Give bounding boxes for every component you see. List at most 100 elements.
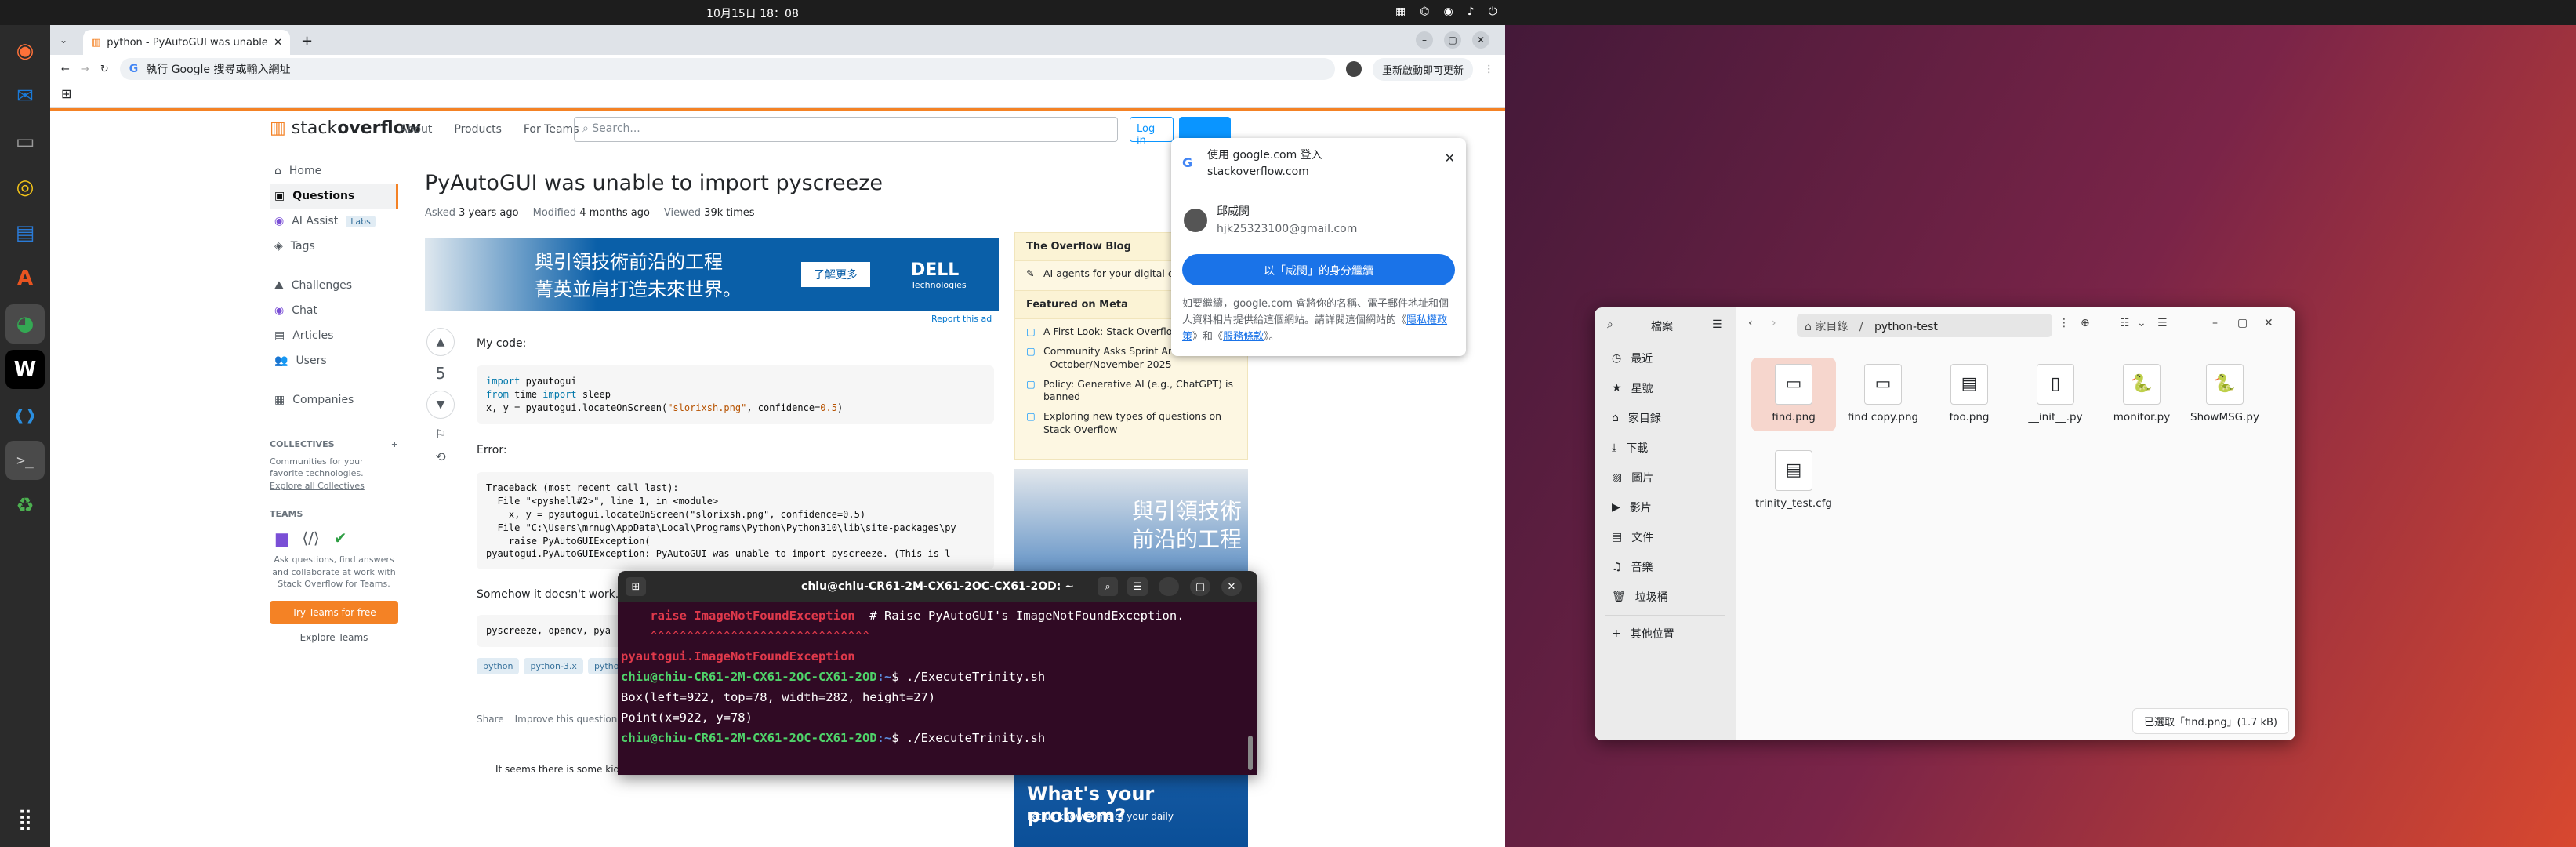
network-icon[interactable]: ⌬ — [1420, 5, 1429, 18]
login-button[interactable]: Log in — [1130, 117, 1174, 147]
close-tab-icon[interactable]: ✕ — [274, 37, 282, 49]
minimize-icon[interactable]: – — [1416, 31, 1433, 49]
sidebar-item-ai-assist[interactable]: ◉ AI Assist Labs — [270, 209, 398, 234]
close-icon[interactable]: ✕ — [2264, 317, 2273, 329]
nav-about[interactable]: About — [400, 123, 432, 136]
bookmark-icon[interactable]: ⚐ — [435, 427, 446, 442]
file-item[interactable]: ▤ foo.png — [1927, 364, 2012, 425]
sidebar-item-companies[interactable]: ▦ Companies — [270, 387, 398, 413]
meta-item[interactable]: Exploring new types of questions on Stac… — [1015, 404, 1247, 437]
code-block-1[interactable]: import pyautogui from time import sleep … — [477, 365, 994, 424]
tag-python[interactable]: python — [477, 658, 520, 675]
search-icon[interactable]: ⌕ — [1607, 318, 1613, 331]
thunderbird-icon[interactable]: ✉ — [5, 77, 45, 116]
relaunch-button[interactable]: 重新啟動即可更新 — [1372, 57, 1473, 81]
improve-link[interactable]: Improve this question — [515, 714, 618, 725]
vscode-icon[interactable]: ❰❱ — [5, 395, 45, 434]
terminal-scrollbar[interactable] — [1248, 736, 1253, 770]
explore-collectives-link[interactable]: Explore all Collectives — [270, 481, 365, 491]
minimize-icon[interactable]: – — [2212, 317, 2218, 329]
new-tab-icon[interactable]: + — [301, 33, 313, 49]
sidebar-item-trash[interactable]: 🗑 垃圾桶 — [1595, 582, 1736, 612]
sidebar-item-music[interactable]: ♫ 音樂 — [1595, 552, 1736, 582]
question-title[interactable]: PyAutoGUI was unable to import pyscreeze — [425, 171, 883, 195]
file-item[interactable]: 🐍 ShowMSG.py — [2186, 364, 2264, 425]
menu-icon[interactable]: ☰ — [2157, 317, 2168, 329]
system-tray[interactable]: ▦ ⌬ ◉ ♪ ⏻ — [1395, 5, 1497, 18]
sidebar-item-chat[interactable]: ◉ Chat — [270, 298, 398, 323]
file-item[interactable]: ▭ find copy.png — [1841, 364, 1925, 425]
terms-link[interactable]: 服務條款 — [1223, 331, 1264, 343]
tag-python-3x[interactable]: python-3.x — [524, 658, 583, 675]
view-list-icon[interactable]: ☷ — [2120, 317, 2130, 329]
downvote-icon[interactable]: ▼ — [426, 391, 455, 419]
sidebar-item-home[interactable]: ⌂ 家目錄 — [1595, 403, 1736, 433]
maximize-icon[interactable]: ▢ — [2237, 317, 2248, 329]
file-item[interactable]: 🐍 monitor.py — [2099, 364, 2184, 425]
view-dropdown-icon[interactable]: ⌄ — [2137, 317, 2146, 329]
sidebar-item-tags[interactable]: ◈ Tags — [270, 234, 398, 259]
upvote-icon[interactable]: ▲ — [426, 328, 455, 356]
nav-for-teams[interactable]: For Teams — [524, 123, 579, 136]
try-teams-button[interactable]: Try Teams for free — [270, 601, 398, 625]
sidebar-item-recent[interactable]: ◷ 最近 — [1595, 344, 1736, 373]
path-home[interactable]: 家目錄 — [1815, 321, 1848, 333]
sidebar-item-pictures[interactable]: ▨ 圖片 — [1595, 463, 1736, 493]
chrome-icon[interactable]: ◕ — [5, 304, 45, 344]
ad-learn-more-button[interactable]: 了解更多 — [801, 262, 870, 287]
path-bar[interactable]: ⌂ 家目錄 / python-test — [1797, 314, 2052, 337]
close-icon[interactable]: ✕ — [1221, 577, 1242, 596]
tab-active[interactable]: ▥ python - PyAutoGUI was unable to impor… — [83, 30, 290, 55]
tab-list-icon[interactable]: ⌄ — [60, 35, 67, 45]
trash-icon[interactable]: ♻ — [5, 486, 45, 525]
terminal-icon[interactable]: >_ — [5, 441, 45, 480]
rhythmbox-icon[interactable]: ◎ — [5, 168, 45, 207]
add-icon[interactable]: + — [391, 439, 398, 449]
menu-icon[interactable]: ⋮ — [1484, 64, 1494, 75]
path-folder[interactable]: python-test — [1874, 321, 1938, 333]
sidebar-item-starred[interactable]: ★ 星號 — [1595, 373, 1736, 403]
sidebar-item-users[interactable]: 👥 Users — [270, 348, 398, 373]
address-bar[interactable]: G 執行 Google 搜尋或輸入網址 — [119, 58, 1335, 80]
file-item[interactable]: ▤ trinity_test.cfg — [1751, 450, 1836, 511]
writer-icon[interactable]: ▤ — [5, 213, 45, 253]
code-block-2[interactable]: Traceback (most recent call last): File … — [477, 472, 994, 570]
apps-grid-icon[interactable]: ⊞ — [61, 86, 71, 101]
dell-ad-banner[interactable]: 與引領技術前沿的工程 菁英並肩打造未來世界。 了解更多 DELL Technolo… — [425, 238, 999, 311]
back-icon[interactable]: ‹ — [1748, 317, 1753, 329]
window-icon[interactable]: ▭ — [5, 122, 45, 162]
forward-icon[interactable]: → — [81, 64, 89, 75]
menu-icon[interactable]: ☰ — [1712, 318, 1722, 331]
meta-item[interactable]: Policy: Generative AI (e.g., ChatGPT) is… — [1015, 372, 1247, 405]
sidebar-item-other-locations[interactable]: + 其他位置 — [1595, 619, 1736, 649]
volume-icon[interactable]: ♪ — [1468, 5, 1475, 18]
close-icon[interactable]: ✕ — [1472, 31, 1489, 49]
continue-button[interactable]: 以「威閔」的身分繼續 — [1182, 254, 1455, 285]
close-icon[interactable]: ✕ — [1445, 151, 1455, 165]
appcenter-icon[interactable]: A — [5, 259, 45, 298]
sidebar-item-articles[interactable]: ▤ Articles — [270, 323, 398, 348]
bluetooth-icon[interactable]: ◉ — [1443, 5, 1453, 18]
modified-value[interactable]: 4 months ago — [579, 207, 650, 219]
minimize-icon[interactable]: – — [1159, 577, 1179, 596]
sidebar-item-videos[interactable]: ▶ 影片 — [1595, 493, 1736, 522]
sidebar-item-questions[interactable]: ▣ Questions — [270, 184, 398, 209]
report-ad-link[interactable]: Report this ad — [931, 314, 992, 324]
sidebar-item-downloads[interactable]: ⤓ 下載 — [1595, 433, 1736, 463]
power-icon[interactable]: ⏻ — [1489, 5, 1497, 18]
back-icon[interactable]: ← — [61, 64, 70, 75]
path-menu-icon[interactable]: ⋮ — [2059, 317, 2070, 329]
new-folder-icon[interactable]: ⊕ — [2081, 317, 2090, 329]
reload-icon[interactable]: ↻ — [100, 64, 109, 75]
clock[interactable]: 10月15日 18：08 — [0, 5, 1505, 21]
file-item[interactable]: ▭ find.png — [1751, 358, 1836, 431]
maximize-icon[interactable]: ▢ — [1444, 31, 1461, 49]
terminal-output[interactable]: raise ImageNotFoundException # Raise PyA… — [618, 602, 1257, 751]
explore-teams-link[interactable]: Explore Teams — [270, 632, 398, 643]
share-link[interactable]: Share — [477, 714, 504, 725]
account-row[interactable]: 邱威閔 hjk25323100@gmail.com — [1217, 204, 1357, 238]
webstorm-icon[interactable]: W — [5, 350, 45, 389]
keyboard-icon[interactable]: ▦ — [1395, 5, 1406, 18]
so-search-input[interactable]: ⌕ Search... — [574, 117, 1118, 142]
forward-icon[interactable]: › — [1772, 317, 1776, 329]
